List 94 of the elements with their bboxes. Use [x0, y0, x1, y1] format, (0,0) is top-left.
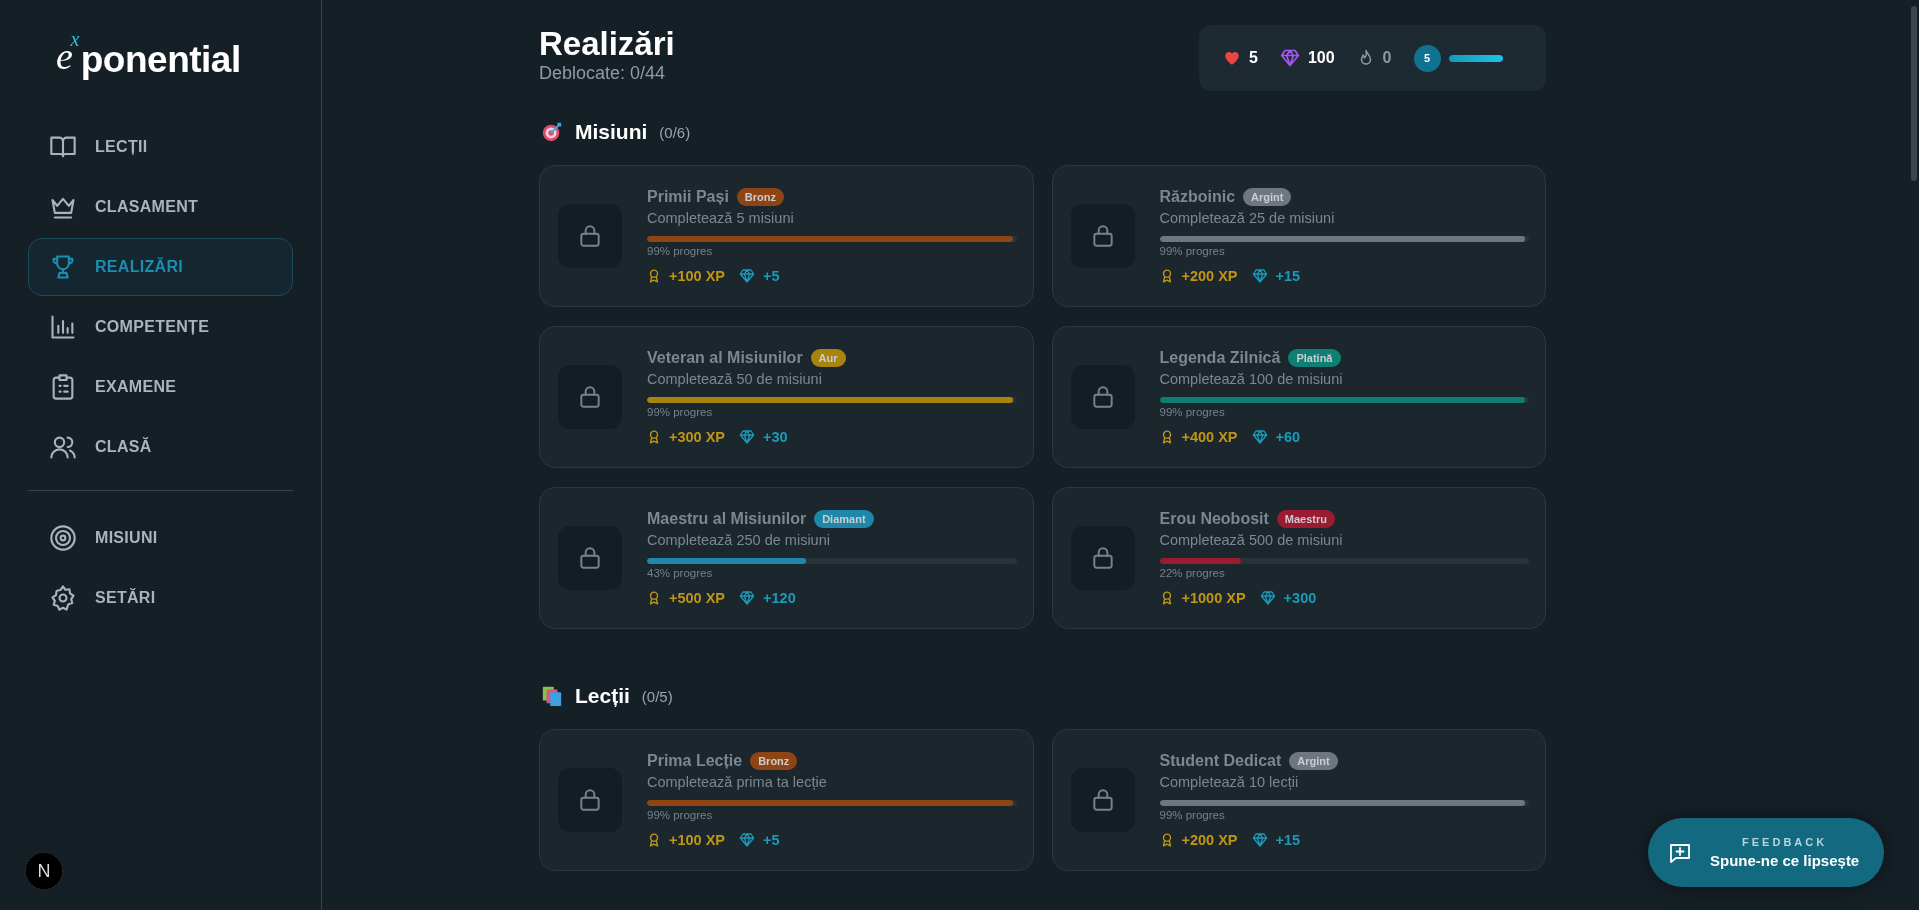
gem-reward: +15 [1275, 268, 1301, 284]
xp-reward: +300 XP [669, 429, 726, 445]
lock-icon [577, 384, 603, 410]
progress-text: 99% progres [647, 809, 714, 821]
tier-badge: Aur [810, 349, 846, 367]
achievement-title: Maestru al Misiunilor [647, 510, 807, 528]
streak-count: 0 [1382, 49, 1392, 67]
achievement-title: Student Dedicat [1159, 752, 1282, 770]
gem-icon [1251, 832, 1268, 848]
gem-reward: +120 [763, 590, 796, 606]
xp-reward: +500 XP [669, 590, 726, 606]
progress-text: 99% progres [1159, 406, 1226, 418]
books-icon [541, 685, 563, 707]
gem-icon [739, 590, 756, 606]
achievement-description: Completează 500 de misiuni [1159, 532, 1344, 548]
achievement-title: Erou Neobosit [1159, 510, 1269, 528]
medal-icon [647, 268, 661, 284]
section-title: Misiuni [575, 120, 648, 144]
achievement-description: Completează prima ta lecție [647, 774, 828, 790]
tier-badge: Argint [1289, 752, 1338, 770]
medal-icon [647, 832, 661, 848]
gem-reward: +5 [763, 268, 780, 284]
achievement-description: Completează 250 de misiuni [647, 532, 831, 548]
lock-icon [577, 223, 603, 249]
achievement-description: Completează 50 de misiuni [647, 371, 823, 387]
gems-count: 100 [1307, 49, 1335, 67]
tier-badge: Diamant [814, 510, 874, 528]
nav-item[interactable]: SETĂRI [28, 569, 293, 627]
nav-item[interactable]: REALIZĂRI [28, 238, 293, 296]
xp-reward: +200 XP [1181, 268, 1238, 284]
progress-text: 99% progres [647, 406, 714, 418]
tier-badge: Maestru [1276, 510, 1336, 528]
unlocked-count: Deblocate: 0/44 [539, 63, 667, 85]
gem-icon [1279, 48, 1300, 68]
section-count: (0/5) [641, 687, 673, 705]
progress-text: 99% progres [647, 245, 714, 257]
achievement-description: Completează 10 lecții [1159, 774, 1300, 790]
nav-item[interactable]: LECȚII [28, 118, 293, 176]
page-title: Realizări [539, 26, 675, 63]
achievement-title: Prima Lecție [647, 752, 743, 770]
achievement-title: Primii Pași [647, 188, 729, 206]
progress-text: 99% progres [1159, 809, 1226, 821]
hearts-count: 5 [1249, 49, 1258, 67]
nav-item[interactable]: CLASĂ [28, 418, 293, 476]
achievement-title: Veteran al Misiunilor [647, 349, 803, 367]
xp-reward: +100 XP [669, 268, 726, 284]
tier-badge: Bronz [750, 752, 798, 770]
medal-icon [647, 590, 661, 606]
section-title: Lecții [575, 684, 630, 708]
xp-reward: +400 XP [1181, 429, 1238, 445]
level-badge: 5 [1413, 44, 1441, 72]
xp-reward: +100 XP [669, 832, 726, 848]
achievement-title: Războinic [1159, 188, 1236, 206]
gem-icon [1251, 429, 1268, 445]
gem-reward: +300 [1283, 590, 1317, 606]
bar-chart-icon [49, 313, 77, 341]
target-icon [49, 524, 77, 552]
achievement-description: Completează 100 de misiuni [1159, 371, 1344, 387]
nav-item[interactable]: EXAMENE [28, 358, 293, 416]
xp-reward: +200 XP [1181, 832, 1238, 848]
gem-reward: +5 [763, 832, 780, 848]
tier-badge: Bronz [736, 188, 784, 206]
feedback-button[interactable]: FEEDBACK Spune-ne ce lipsește [1648, 818, 1884, 887]
lock-icon [577, 787, 603, 813]
progress-text: 43% progres [647, 567, 714, 579]
gem-icon [1251, 268, 1268, 284]
gem-icon [739, 832, 756, 848]
tier-badge: Platină [1288, 349, 1341, 367]
gem-icon [739, 268, 756, 284]
xp-reward: +1000 XP [1181, 590, 1246, 606]
nav-item[interactable]: CLASAMENT [28, 178, 293, 236]
tier-badge: Argint [1243, 188, 1292, 206]
target-icon [541, 121, 563, 143]
scrollbar-thumb[interactable] [1911, 6, 1917, 181]
progress-text: 99% progres [1159, 245, 1226, 257]
dev-tools-button[interactable]: N [25, 852, 63, 890]
heart-icon [1223, 49, 1241, 67]
lock-icon [577, 545, 603, 571]
gem-reward: +60 [1275, 429, 1301, 445]
achievement-title: Legenda Zilnică [1159, 349, 1281, 367]
nav-item[interactable]: MISIUNI [28, 509, 293, 567]
gem-reward: +30 [763, 429, 788, 445]
medal-icon [647, 429, 661, 445]
progress-text: 22% progres [1159, 567, 1226, 579]
nav-item[interactable]: COMPETENȚE [28, 298, 293, 356]
section-count: (0/6) [659, 123, 691, 141]
level-progress-bar [1448, 54, 1503, 62]
gem-reward: +15 [1275, 832, 1301, 848]
gem-icon [739, 429, 756, 445]
trophy-icon [49, 253, 77, 281]
achievement-description: Completează 25 de misiuni [1159, 210, 1336, 226]
achievement-description: Completează 5 misiuni [647, 210, 795, 226]
settings-icon [49, 584, 77, 612]
gem-icon [1259, 590, 1276, 606]
